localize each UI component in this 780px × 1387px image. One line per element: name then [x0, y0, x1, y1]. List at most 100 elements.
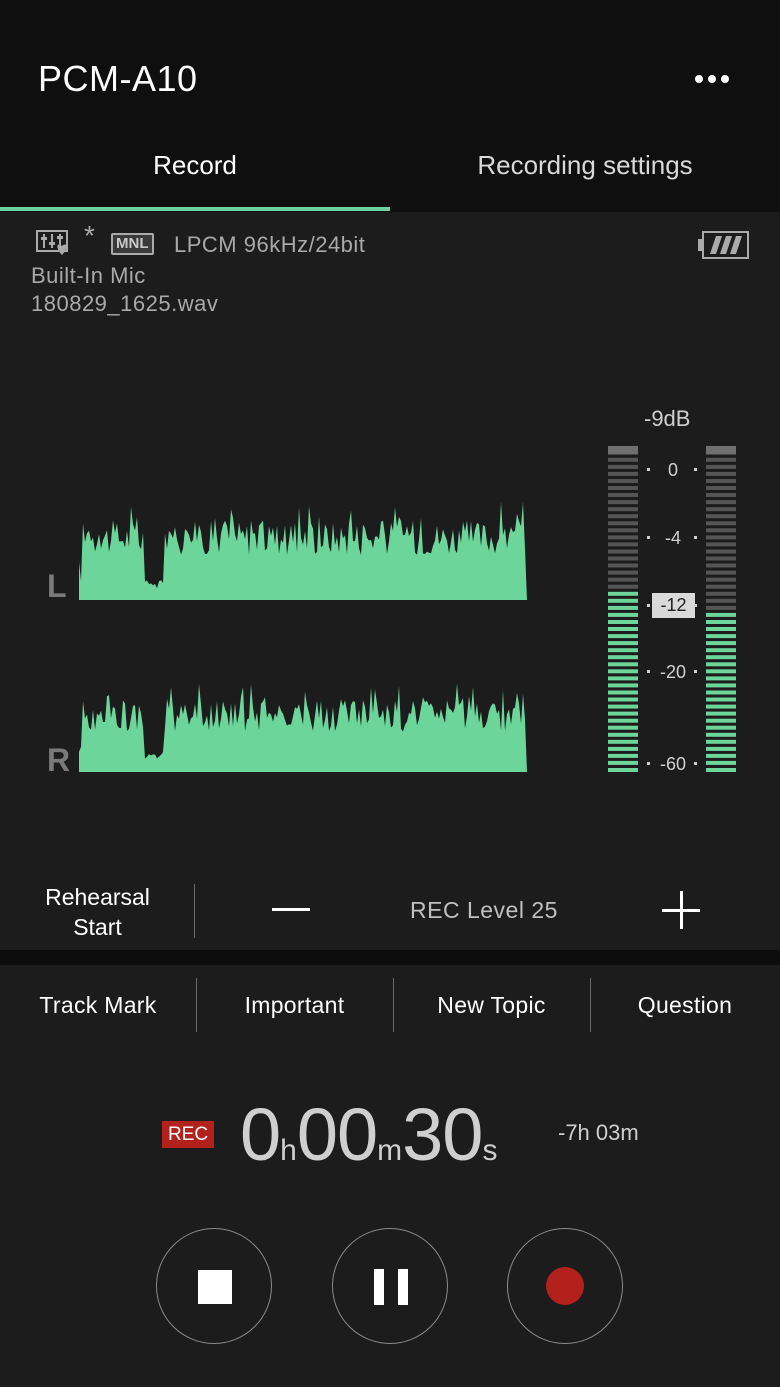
meter-segment	[706, 457, 736, 462]
more-options-icon[interactable]	[688, 62, 736, 96]
scale-tick	[647, 536, 650, 539]
meter-segment	[608, 486, 638, 490]
meter-segment	[706, 605, 736, 610]
rehearsal-start-button[interactable]: Rehearsal Start	[30, 882, 165, 942]
meter-segment	[608, 697, 638, 702]
left-channel-label: L	[47, 568, 67, 604]
right-waveform	[79, 683, 527, 772]
meter-segment	[706, 662, 736, 667]
meter-segment	[608, 493, 638, 497]
meter-segment	[706, 577, 736, 582]
meter-segment	[706, 704, 736, 709]
meter-segment	[706, 655, 736, 660]
meter-segment	[608, 655, 638, 660]
scale-label-0: 0	[667, 460, 678, 480]
left-waveform	[79, 502, 527, 600]
scale-tick	[694, 536, 697, 539]
asterisk-indicator: *	[84, 220, 95, 251]
page-title: PCM-A10	[38, 58, 198, 99]
meter-peak-hold	[706, 446, 736, 454]
meter-segment	[608, 591, 638, 596]
meter-segment	[706, 464, 736, 469]
meter-segment	[608, 753, 638, 758]
meter-segment	[608, 669, 638, 674]
tab-recording-settings[interactable]: Recording settings	[390, 130, 780, 212]
important-button[interactable]: Important	[196, 978, 393, 1032]
meter-segment	[608, 542, 638, 547]
timer-minutes-unit: m	[377, 1134, 403, 1167]
scale-label-minus20: -20	[659, 662, 686, 682]
question-button[interactable]: Question	[590, 978, 780, 1032]
meter-segment	[608, 514, 638, 519]
right-level-meter	[706, 446, 736, 772]
tab-record[interactable]: Record	[0, 130, 390, 212]
scale-label-minus60: -60	[659, 754, 686, 774]
meter-segment	[608, 704, 638, 709]
sound-settings-icon	[36, 230, 68, 255]
input-source-text: Built-In Mic	[31, 263, 146, 288]
meter-segment	[706, 563, 736, 568]
scale-tick	[647, 604, 650, 607]
timer-hours-unit: h	[280, 1134, 297, 1167]
meter-segment	[706, 739, 736, 744]
pause-button[interactable]	[332, 1228, 448, 1344]
meter-segment	[608, 457, 638, 462]
meter-segment	[706, 676, 736, 681]
meter-segment	[706, 570, 736, 575]
meter-segment	[608, 549, 638, 554]
increase-level-button[interactable]	[662, 891, 700, 929]
meter-segment	[706, 584, 736, 589]
meter-segment	[706, 542, 736, 547]
timer-minutes: 00	[296, 1093, 378, 1176]
meter-segment	[608, 507, 638, 512]
meter-segment	[608, 535, 638, 540]
meter-segment	[706, 556, 736, 561]
meter-segment	[608, 768, 638, 772]
scale-tick	[647, 762, 650, 765]
meter-segment	[608, 634, 638, 639]
scale-tick	[647, 468, 650, 471]
meter-segment	[706, 732, 736, 737]
left-level-meter	[608, 446, 638, 772]
meter-segment	[706, 760, 736, 765]
elapsed-timer: 0h00m30s	[240, 1092, 497, 1177]
meter-segment	[608, 739, 638, 744]
meter-segment	[608, 676, 638, 681]
meter-segment	[608, 464, 638, 469]
rec-status-badge: REC	[162, 1121, 214, 1148]
meter-segment	[608, 584, 638, 589]
rec-level-text: REC Level 25	[410, 897, 558, 923]
scale-tick	[694, 604, 697, 607]
timer-seconds: 30	[402, 1093, 483, 1176]
meter-segment	[608, 605, 638, 610]
meter-segment	[706, 486, 736, 490]
meter-segment	[706, 549, 736, 554]
waveform-fill	[79, 683, 527, 772]
meter-segment	[706, 528, 736, 533]
track-mark-button[interactable]: Track Mark	[0, 978, 196, 1032]
right-channel-label: R	[47, 742, 71, 778]
meter-segment	[706, 725, 736, 730]
format-text: LPCM 96kHz/24bit	[174, 232, 366, 257]
meter-segment	[608, 648, 638, 653]
meter-segment	[706, 753, 736, 758]
meter-segment	[608, 683, 638, 688]
meter-segment	[706, 507, 736, 512]
meter-segment	[706, 493, 736, 497]
meter-segment	[608, 662, 638, 667]
meter-segment	[608, 577, 638, 582]
new-topic-button[interactable]: New Topic	[393, 978, 590, 1032]
battery-icon	[698, 231, 749, 259]
record-button[interactable]	[507, 1228, 623, 1344]
meter-segment	[608, 690, 638, 695]
rehearsal-label-line1: Rehearsal	[45, 884, 150, 910]
meter-segment	[706, 683, 736, 688]
decrease-level-button[interactable]	[272, 908, 310, 911]
remaining-time: -7h 03m	[558, 1120, 639, 1145]
stop-button[interactable]	[156, 1228, 272, 1344]
meter-segment	[706, 479, 736, 483]
meter-segment	[706, 627, 736, 631]
scale-tick	[647, 670, 650, 673]
waveform-fill	[79, 502, 527, 600]
scale-label-minus4: -4	[664, 528, 681, 548]
